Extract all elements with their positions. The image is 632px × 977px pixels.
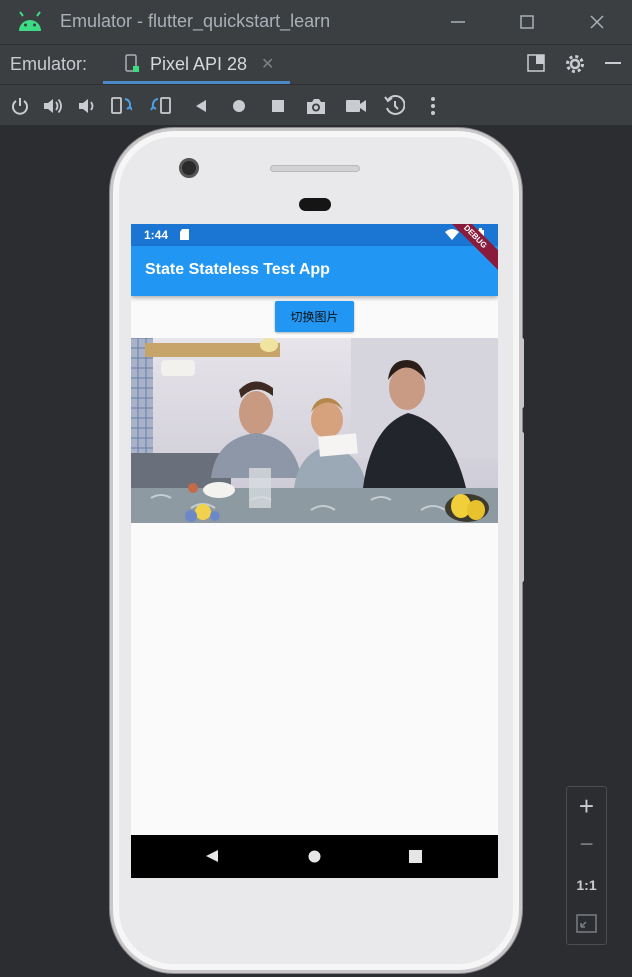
power-button[interactable] xyxy=(9,95,31,117)
volume-up-button[interactable] xyxy=(42,95,64,117)
emulator-toolbar xyxy=(0,84,632,126)
layout-icon[interactable] xyxy=(526,53,546,73)
device-screen[interactable]: 1:44 State Stateless Test App DEBUG 切换图片 xyxy=(131,224,498,878)
minimize-button[interactable] xyxy=(443,8,473,36)
app-bar: State Stateless Test App xyxy=(131,246,498,296)
screenshot-button[interactable] xyxy=(305,95,327,117)
status-bar: 1:44 xyxy=(131,224,498,246)
snapshot-icon xyxy=(384,95,405,115)
front-camera xyxy=(179,158,199,178)
close-tab-icon[interactable]: ✕ xyxy=(261,54,274,73)
volume-down-icon xyxy=(79,99,94,113)
camera-icon xyxy=(307,99,325,114)
home-button[interactable] xyxy=(228,95,250,117)
navigation-bar xyxy=(131,835,498,878)
maximize-button[interactable] xyxy=(512,8,542,36)
zoom-out-icon[interactable]: − xyxy=(567,831,606,859)
emulator-tab-bar: Emulator: Pixel API 28 ✕ xyxy=(0,44,632,84)
tab-pixel-api-28[interactable]: Pixel API 28 ✕ xyxy=(103,45,290,84)
maximize-icon xyxy=(520,15,534,29)
power-icon xyxy=(12,98,28,115)
tab-label: Pixel API 28 xyxy=(150,54,248,74)
hide-icon[interactable] xyxy=(603,53,623,73)
back-button[interactable] xyxy=(190,95,212,117)
fit-screen-icon[interactable] xyxy=(576,914,597,933)
zoom-panel: + − 1:1 xyxy=(566,786,607,945)
overview-icon xyxy=(272,100,284,112)
more-options-button[interactable] xyxy=(422,95,444,117)
sd-card-icon xyxy=(180,229,189,240)
app-title: State Stateless Test App xyxy=(145,261,330,278)
status-time: 1:44 xyxy=(144,228,169,242)
rotate-right-button[interactable] xyxy=(149,95,171,117)
overview-button[interactable] xyxy=(267,95,289,117)
snapshot-button[interactable] xyxy=(383,95,405,117)
nav-recents-icon[interactable] xyxy=(409,850,422,863)
more-icon xyxy=(431,97,435,115)
title-bar: Emulator - flutter_quickstart_learn xyxy=(0,0,632,44)
emulator-label: Emulator: xyxy=(10,54,88,74)
gear-icon[interactable] xyxy=(564,53,586,75)
minimize-icon xyxy=(451,21,465,23)
wifi-icon xyxy=(445,229,459,240)
rotate-right-icon xyxy=(150,97,171,114)
switch-image-button[interactable]: 切换图片 xyxy=(275,301,354,332)
nav-home-icon[interactable] xyxy=(308,850,321,863)
photo-image xyxy=(131,338,498,523)
device-icon xyxy=(125,54,139,72)
video-camera-icon xyxy=(346,100,366,112)
proximity-sensor xyxy=(299,198,331,211)
device-power-key[interactable] xyxy=(519,338,524,408)
window-title: Emulator - flutter_quickstart_learn xyxy=(60,11,331,31)
screen-record-button[interactable] xyxy=(344,95,366,117)
home-icon xyxy=(233,100,245,112)
volume-down-button[interactable] xyxy=(76,95,98,117)
close-icon xyxy=(590,15,604,29)
nav-back-icon[interactable] xyxy=(205,849,219,863)
back-icon xyxy=(196,100,206,112)
zoom-one-to-one-button[interactable]: 1:1 xyxy=(567,877,606,893)
rotate-left-icon xyxy=(111,97,132,114)
close-window-button[interactable] xyxy=(582,8,612,36)
volume-up-icon xyxy=(44,98,62,114)
device-volume-key[interactable] xyxy=(519,432,524,582)
android-logo-icon xyxy=(19,11,41,31)
zoom-in-icon[interactable]: + xyxy=(567,791,606,822)
rotate-left-button[interactable] xyxy=(110,95,132,117)
earpiece-speaker xyxy=(270,165,360,172)
